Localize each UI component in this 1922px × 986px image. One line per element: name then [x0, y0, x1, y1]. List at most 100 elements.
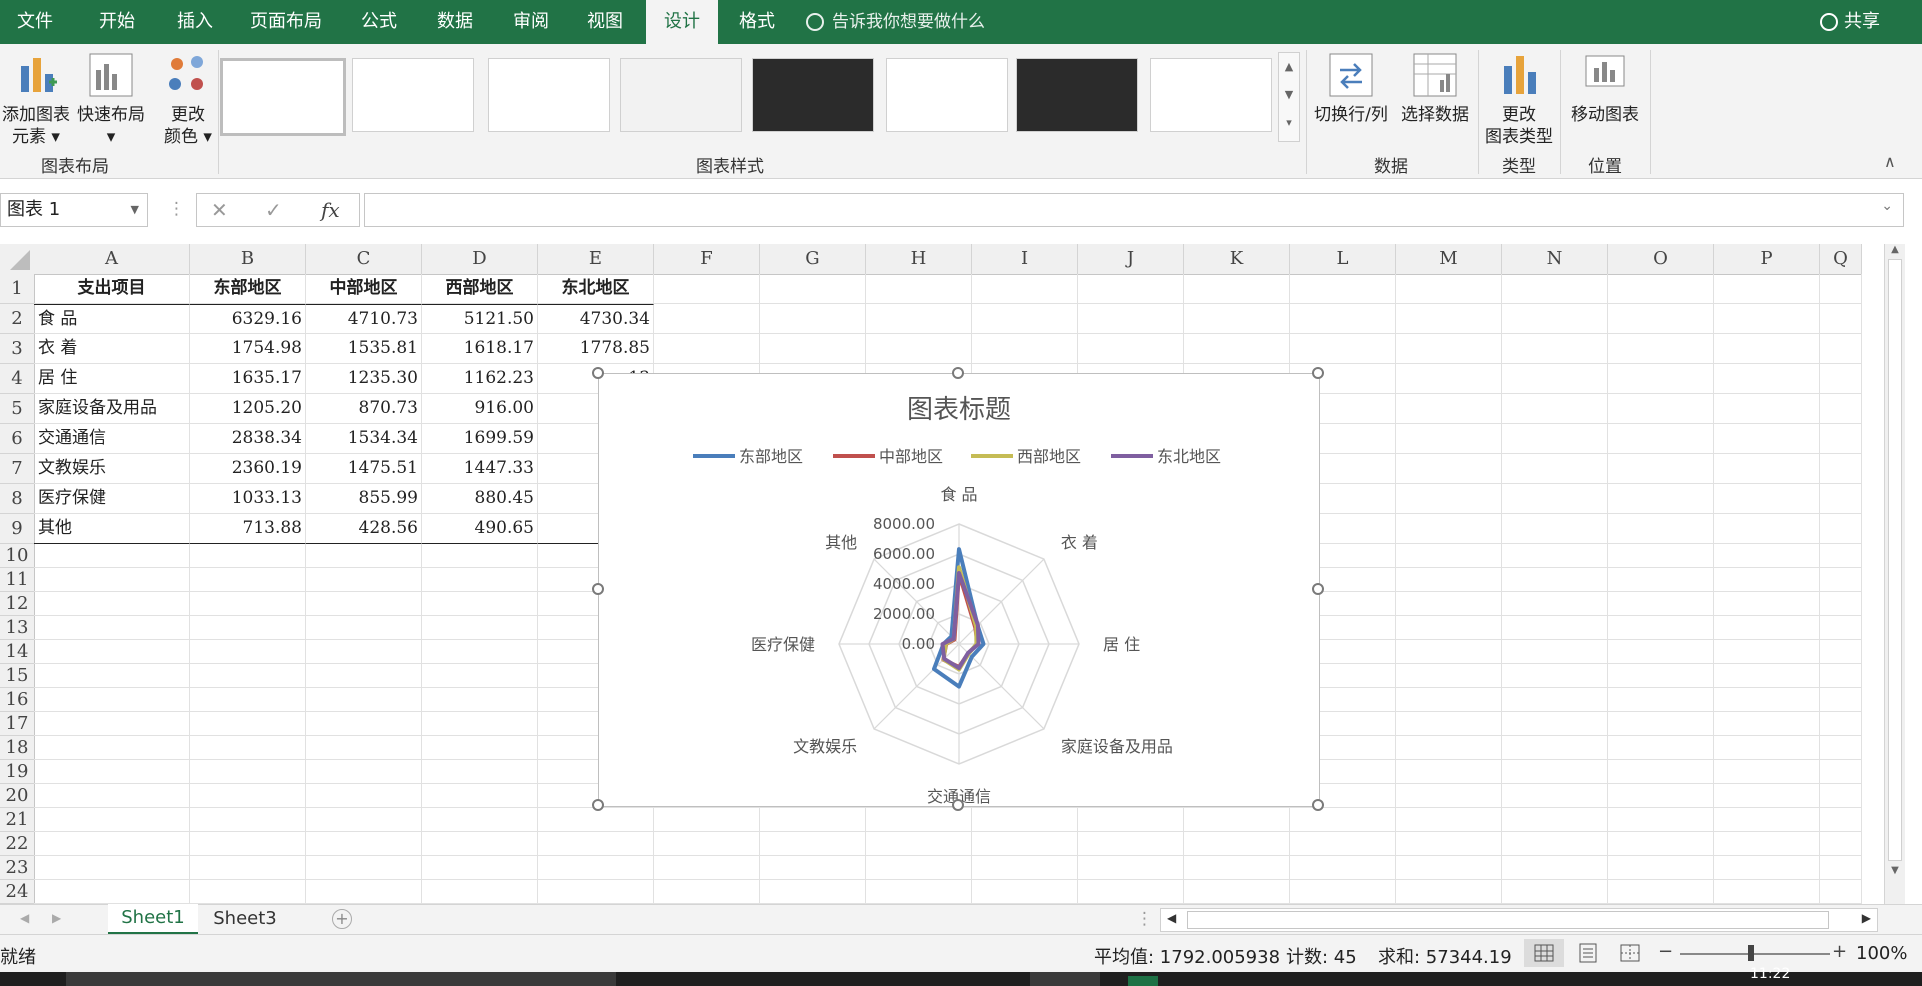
- cell[interactable]: [422, 760, 538, 784]
- table-cell[interactable]: 713.88: [190, 514, 306, 544]
- table-cell[interactable]: 916.00: [422, 394, 538, 424]
- row-header-22[interactable]: 22: [0, 832, 35, 856]
- table-cell[interactable]: 2360.19: [190, 454, 306, 484]
- cell[interactable]: [1078, 304, 1184, 334]
- cell[interactable]: [1820, 394, 1862, 424]
- cell[interactable]: [34, 856, 190, 880]
- chart-style-1[interactable]: [220, 58, 346, 136]
- cell[interactable]: [1396, 394, 1502, 424]
- cell[interactable]: [190, 592, 306, 616]
- cell[interactable]: [1820, 514, 1862, 544]
- cell[interactable]: [1396, 274, 1502, 304]
- cell[interactable]: [1714, 832, 1820, 856]
- chart-style-8[interactable]: [1150, 58, 1272, 132]
- column-header-I[interactable]: I: [972, 244, 1078, 275]
- cell[interactable]: [190, 688, 306, 712]
- table-cell[interactable]: 衣 着: [34, 334, 190, 364]
- cell[interactable]: [1820, 640, 1862, 664]
- horizontal-scrollbar[interactable]: ◀ ▶: [1160, 908, 1878, 932]
- tab-file[interactable]: 文件: [0, 0, 70, 44]
- cell[interactable]: [760, 304, 866, 334]
- tell-me-search[interactable]: 告诉我你想要做什么: [806, 0, 985, 44]
- cell[interactable]: [1820, 424, 1862, 454]
- cell[interactable]: [190, 568, 306, 592]
- cell[interactable]: [1820, 364, 1862, 394]
- cell[interactable]: [190, 856, 306, 880]
- cell[interactable]: [760, 880, 866, 904]
- table-header-cell[interactable]: 西部地区: [422, 274, 538, 304]
- cell[interactable]: [760, 808, 866, 832]
- resize-handle-e[interactable]: [1312, 583, 1324, 595]
- row-header-21[interactable]: 21: [0, 808, 35, 832]
- table-cell[interactable]: 1618.17: [422, 334, 538, 364]
- cell[interactable]: [422, 880, 538, 904]
- table-cell[interactable]: 1754.98: [190, 334, 306, 364]
- cell[interactable]: [34, 784, 190, 808]
- cell[interactable]: [1396, 364, 1502, 394]
- zoom-slider[interactable]: [1680, 953, 1830, 955]
- tab-review[interactable]: 审阅: [496, 0, 566, 44]
- scroll-left-icon[interactable]: ◀: [1167, 911, 1176, 925]
- excel-taskbar-icon[interactable]: [1128, 976, 1158, 986]
- cell[interactable]: [1608, 454, 1714, 484]
- cell[interactable]: [1502, 760, 1608, 784]
- row-header-18[interactable]: 18: [0, 736, 35, 760]
- cell[interactable]: [1502, 712, 1608, 736]
- chart-style-3[interactable]: [488, 58, 610, 132]
- chart-style-2[interactable]: [352, 58, 474, 132]
- cell[interactable]: [306, 664, 422, 688]
- cell[interactable]: [1290, 832, 1396, 856]
- cell[interactable]: [1396, 856, 1502, 880]
- cell[interactable]: [422, 592, 538, 616]
- cell[interactable]: [190, 640, 306, 664]
- share-button[interactable]: 共享: [1820, 0, 1880, 44]
- cell[interactable]: [1820, 334, 1862, 364]
- cell[interactable]: [34, 592, 190, 616]
- cell[interactable]: [538, 832, 654, 856]
- row-header-15[interactable]: 15: [0, 664, 35, 688]
- cell[interactable]: [34, 616, 190, 640]
- cell[interactable]: [1396, 592, 1502, 616]
- vertical-scrollbar[interactable]: ▲ ▼: [1884, 244, 1905, 904]
- check-icon[interactable]: ✓: [265, 198, 282, 222]
- page-layout-view-button[interactable]: [1570, 939, 1606, 967]
- cell[interactable]: [1502, 640, 1608, 664]
- cell[interactable]: [1502, 394, 1608, 424]
- cell[interactable]: [1820, 688, 1862, 712]
- cell[interactable]: [654, 334, 760, 364]
- cell[interactable]: [1820, 832, 1862, 856]
- tab-formulas[interactable]: 公式: [344, 0, 414, 44]
- cell[interactable]: [1396, 616, 1502, 640]
- scroll-right-icon[interactable]: ▶: [1862, 911, 1871, 925]
- row-header-20[interactable]: 20: [0, 784, 35, 808]
- cell[interactable]: [1820, 808, 1862, 832]
- cell[interactable]: [1714, 616, 1820, 640]
- table-header-cell[interactable]: 中部地区: [306, 274, 422, 304]
- resize-handle-ne[interactable]: [1312, 367, 1324, 379]
- cell[interactable]: [654, 832, 760, 856]
- page-break-view-button[interactable]: [1612, 939, 1648, 967]
- column-header-C[interactable]: C: [306, 244, 422, 275]
- column-header-E[interactable]: E: [538, 244, 654, 275]
- cell[interactable]: [1290, 808, 1396, 832]
- cell[interactable]: [1714, 394, 1820, 424]
- row-header-23[interactable]: 23: [0, 856, 35, 880]
- cell[interactable]: [1396, 760, 1502, 784]
- cell[interactable]: [306, 688, 422, 712]
- cell[interactable]: [866, 808, 972, 832]
- cell[interactable]: [1714, 760, 1820, 784]
- cell[interactable]: [1608, 274, 1714, 304]
- cell[interactable]: [1396, 334, 1502, 364]
- cell[interactable]: [422, 736, 538, 760]
- cell[interactable]: [760, 334, 866, 364]
- cell[interactable]: [1396, 454, 1502, 484]
- cell[interactable]: [1608, 544, 1714, 568]
- cell[interactable]: [972, 856, 1078, 880]
- column-header-N[interactable]: N: [1502, 244, 1608, 275]
- tab-design[interactable]: 设计: [646, 0, 718, 44]
- cell[interactable]: [306, 640, 422, 664]
- cancel-icon[interactable]: ✕: [211, 198, 228, 222]
- cell[interactable]: [1502, 514, 1608, 544]
- row-header-13[interactable]: 13: [0, 616, 35, 640]
- table-header-cell[interactable]: 东北地区: [538, 274, 654, 304]
